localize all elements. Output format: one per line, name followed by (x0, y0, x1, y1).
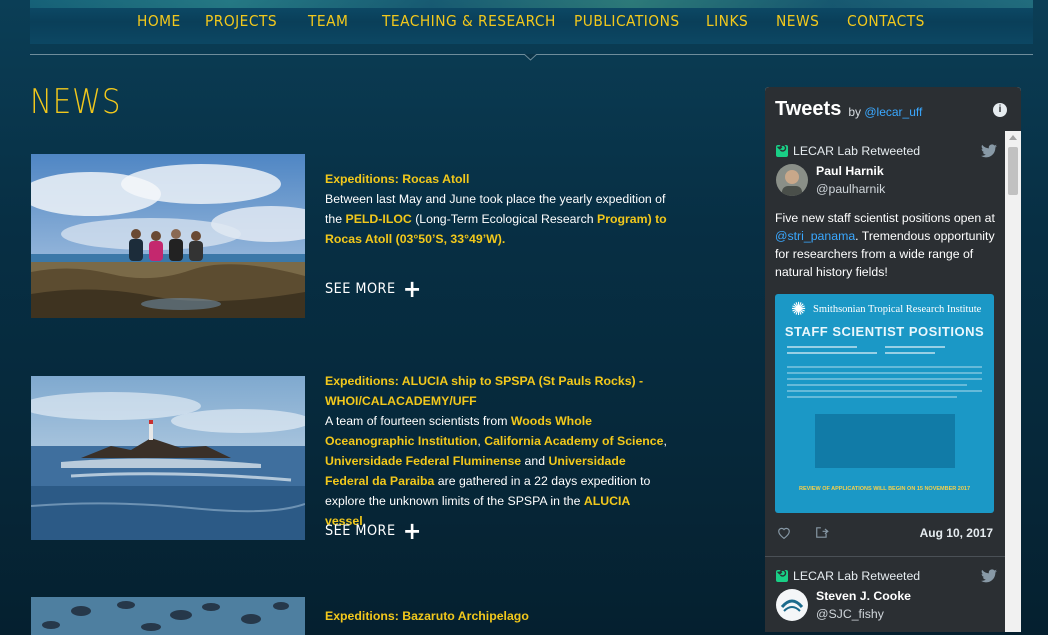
tweets-list[interactable]: LECAR Lab Retweeted Paul Harnik @paulhar… (765, 131, 1005, 632)
retweet-indicator: LECAR Lab Retweeted (776, 567, 921, 583)
retweet-icon (776, 142, 788, 157)
twitter-timeline-widget: Tweets by @lecar_uff i LECAR Lab Retweet… (765, 87, 1021, 632)
nav-item-home[interactable]: HOME (137, 12, 181, 30)
page-title: NEWS (30, 82, 122, 122)
retweet-label: LECAR Lab Retweeted (793, 569, 921, 583)
media-text-line (787, 384, 967, 386)
media-text-line (787, 396, 957, 398)
share-icon[interactable] (815, 526, 829, 539)
author-handle[interactable]: @SJC_fishy (816, 607, 884, 621)
plus-icon: + (402, 275, 422, 303)
media-text-line (787, 390, 982, 392)
twitter-widget-header: Tweets by @lecar_uff i (765, 87, 1021, 131)
news-title-bazaruto[interactable]: Expeditions: Bazaruto Archipelago (325, 606, 670, 626)
account-link[interactable]: @lecar_uff (864, 105, 922, 119)
news-image-alucia-spspa[interactable] (31, 376, 305, 540)
retweet-label: LECAR Lab Retweeted (793, 144, 921, 158)
news-image-bazaruto[interactable] (31, 597, 305, 635)
media-text-line (885, 346, 945, 348)
see-more-label: SEE MORE (325, 523, 396, 539)
media-text-line (885, 352, 935, 354)
media-text-line (787, 372, 982, 374)
media-text-line (787, 378, 982, 380)
tweet-actions: Aug 10, 2017 (775, 524, 997, 540)
nav-item-team[interactable]: TEAM (308, 12, 348, 30)
tweet-date[interactable]: Aug 10, 2017 (920, 526, 993, 540)
media-text-line (787, 366, 982, 368)
avatar[interactable] (776, 164, 808, 196)
news-summary: Between last May and June took place the… (325, 189, 670, 249)
retweet-icon (776, 567, 788, 582)
tweets-title: Tweets (775, 97, 842, 120)
active-nav-indicator (524, 54, 537, 61)
author-name[interactable]: Paul Harnik (816, 164, 884, 178)
nav-item-news[interactable]: NEWS (776, 12, 819, 30)
tweets-scrollbar[interactable] (1005, 131, 1021, 632)
summary-text: , (663, 434, 667, 448)
news-title-alucia[interactable]: Expeditions: ALUCIA ship to SPSPA (St Pa… (325, 371, 670, 411)
main-nav: HOME PROJECTS TEAM TEACHING & RESEARCH P… (30, 12, 1033, 32)
scrollbar-thumb[interactable] (1008, 147, 1018, 195)
info-icon[interactable]: i (993, 103, 1007, 117)
media-org-name: Smithsonian Tropical Research Institute (813, 304, 982, 315)
sunburst-logo-icon: ✺ (791, 299, 807, 319)
news-item-rocas-atoll: Expeditions: Rocas Atoll Between last Ma… (325, 169, 670, 249)
mention-link[interactable]: @stri_panama (775, 229, 855, 243)
nav-item-publications[interactable]: PUBLICATIONS (574, 12, 680, 30)
tweet-divider (765, 556, 1005, 557)
top-navigation-bar: HOME PROJECTS TEAM TEACHING & RESEARCH P… (30, 0, 1033, 44)
tweet-text-part: Five new staff scientist positions open … (775, 211, 995, 225)
twitter-bird-icon[interactable] (981, 569, 997, 583)
tweet-text: Five new staff scientist positions open … (775, 209, 997, 281)
summary-text: (Long-Term Ecological Research (411, 212, 597, 226)
nav-item-teaching-research[interactable]: TEACHING & RESEARCH (382, 12, 556, 30)
media-table (815, 414, 955, 468)
nav-item-links[interactable]: LINKS (706, 12, 748, 30)
tweet-media-image[interactable]: ✺ Smithsonian Tropical Research Institut… (775, 294, 994, 513)
nav-item-projects[interactable]: PROJECTS (205, 12, 277, 30)
nav-item-contacts[interactable]: CONTACTS (847, 12, 925, 30)
media-heading: STAFF SCIENTIST POSITIONS (784, 324, 985, 339)
see-more-button-rocas-atoll[interactable]: SEE MORE + (325, 275, 422, 303)
highlight-uff: Universidade Federal Fluminense (325, 454, 522, 468)
see-more-label: SEE MORE (325, 281, 396, 297)
see-more-button-alucia[interactable]: SEE MORE + (325, 517, 422, 545)
news-item-alucia: Expeditions: ALUCIA ship to SPSPA (St Pa… (325, 371, 670, 531)
by-label: by (848, 105, 862, 119)
plus-icon: + (402, 517, 422, 545)
highlight-peld-iloc: PELD-ILOC (345, 212, 412, 226)
scroll-up-arrow-icon[interactable] (1009, 135, 1017, 140)
news-title-rocas-atoll[interactable]: Expeditions: Rocas Atoll (325, 169, 670, 189)
header-banner-strip (30, 0, 1033, 8)
author-name[interactable]: Steven J. Cooke (816, 589, 911, 603)
summary-text: and (521, 454, 549, 468)
author-handle[interactable]: @paulharnik (816, 182, 885, 196)
tweets-by: by @lecar_uff (848, 105, 922, 119)
twitter-bird-icon[interactable] (981, 144, 997, 158)
retweet-indicator: LECAR Lab Retweeted (776, 142, 921, 158)
media-text-line (787, 352, 877, 354)
avatar[interactable] (776, 589, 808, 621)
media-deadline: REVIEW OF APPLICATIONS WILL BEGIN ON 15 … (798, 486, 971, 492)
highlight-california-academy: California Academy of Science (484, 434, 664, 448)
news-image-rocas-atoll[interactable] (31, 154, 305, 318)
media-text-line (787, 346, 857, 348)
news-summary: A team of fourteen scientists from Woods… (325, 411, 670, 531)
news-item-bazaruto: Expeditions: Bazaruto Archipelago (325, 606, 670, 626)
summary-text: A team of fourteen scientists from (325, 414, 511, 428)
heart-icon[interactable] (777, 526, 791, 539)
